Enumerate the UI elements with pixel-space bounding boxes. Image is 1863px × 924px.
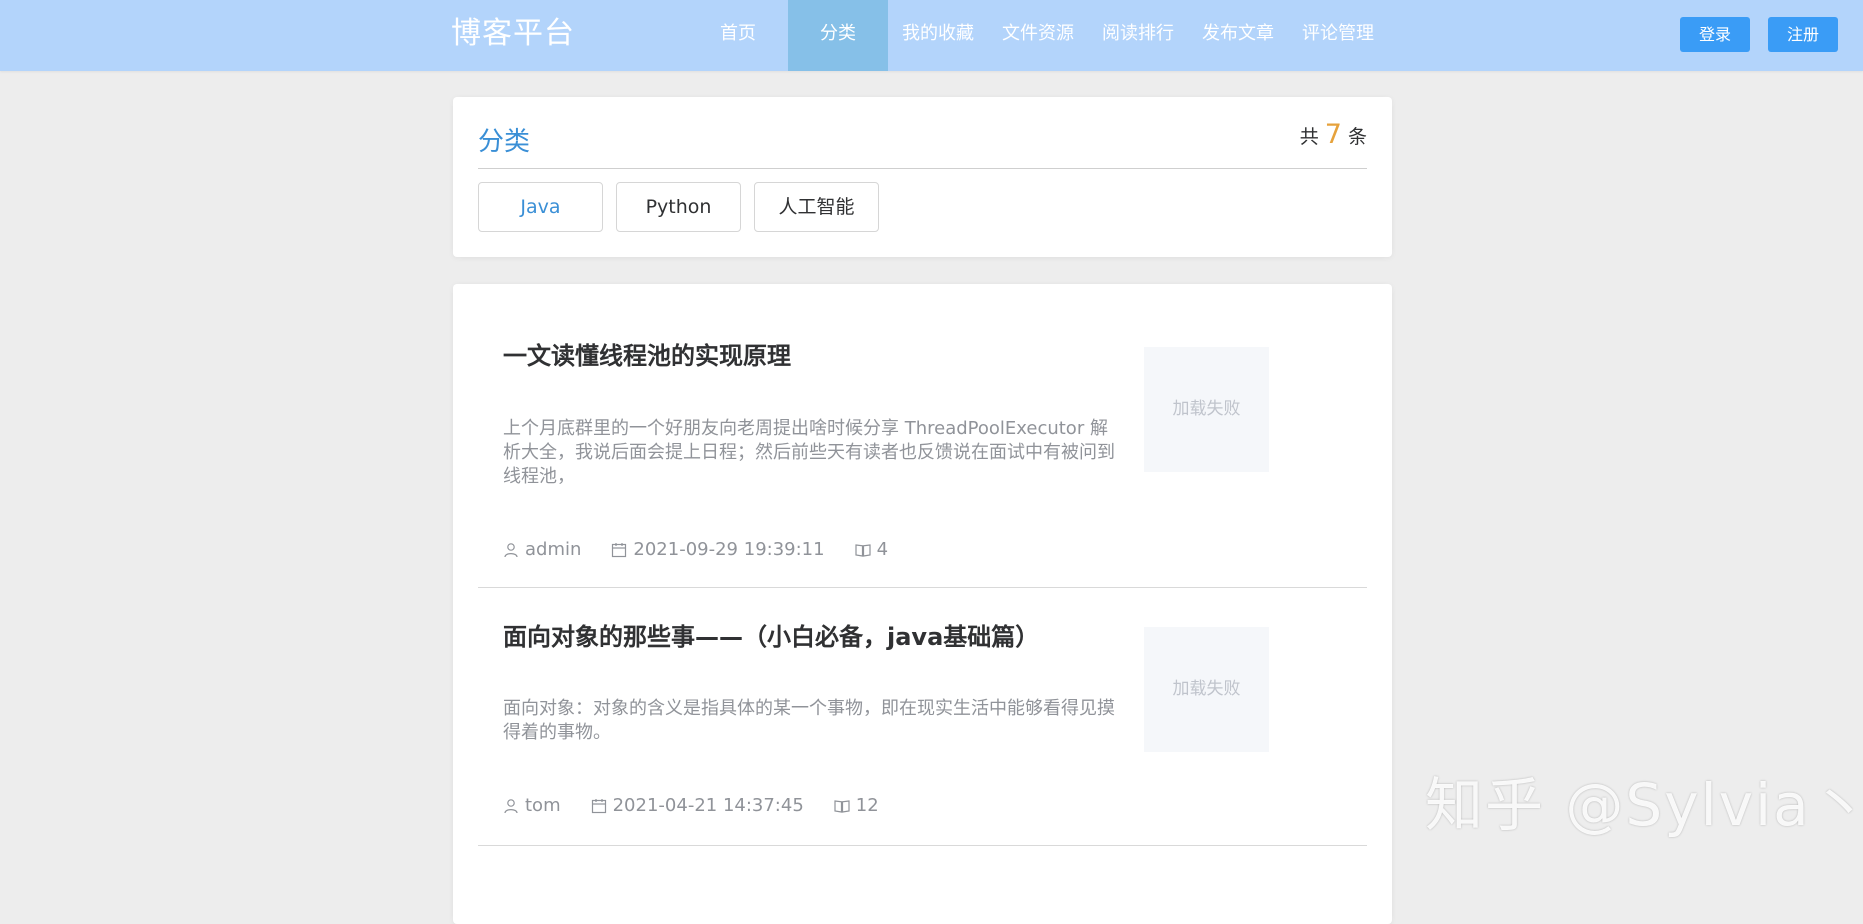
book-icon [854,543,871,557]
user-icon [504,542,518,557]
register-button[interactable]: 注册 [1768,17,1838,52]
category-title: 分类 [478,127,531,157]
article-author[interactable]: tom [525,795,561,816]
site-logo[interactable]: 博客平台 [451,14,575,54]
divider [478,168,1367,169]
article-date: 2021-09-29 19:39:11 [633,539,825,560]
article-thumbnail[interactable]: 加载失败 [1144,347,1269,472]
article-list: 一文读懂线程池的实现原理 上个月底群里的一个好朋友向老周提出啥时候分享 Thre… [453,284,1392,924]
nav-home[interactable]: 首页 [688,0,788,71]
article-meta: admin 2021-09-29 19:39:11 4 [503,539,918,560]
article-summary: 面向对象：对象的含义是指具体的某一个事物，即在现实生活中能够看得见摸得着的事物。 [503,698,1115,743]
book-icon [834,799,850,813]
calendar-icon [591,798,606,813]
nav-ranking[interactable]: 阅读排行 [1088,0,1188,71]
count-suffix: 条 [1347,126,1367,148]
category-tags: Java Python 人工智能 [478,182,879,232]
article-summary: 上个月底群里的一个好朋友向老周提出啥时候分享 ThreadPoolExecuto… [503,418,1115,487]
article-date: 2021-04-21 14:37:45 [612,795,804,816]
article-title[interactable]: 面向对象的那些事——（小白必备，java基础篇） [503,617,1039,652]
nav-favorites[interactable]: 我的收藏 [888,0,988,71]
category-count: 共 7 条 [1300,119,1367,150]
tag-python[interactable]: Python [616,182,741,232]
article-author[interactable]: admin [525,539,581,560]
user-icon [504,798,518,813]
article-views: 4 [876,539,889,560]
count-prefix: 共 [1299,126,1319,148]
article-meta: tom 2021-04-21 14:37:45 12 [503,795,909,816]
tag-java[interactable]: Java [478,182,603,232]
category-card: 分类 共 7 条 Java Python 人工智能 [453,97,1392,257]
tag-ai[interactable]: 人工智能 [754,182,879,232]
main-nav: 首页 分类 我的收藏 文件资源 阅读排行 发布文章 评论管理 [688,0,1388,71]
count-number: 7 [1324,119,1342,150]
article-views: 12 [855,795,879,816]
calendar-icon [612,542,627,557]
nav-publish[interactable]: 发布文章 [1188,0,1288,71]
top-navbar: 博客平台 首页 分类 我的收藏 文件资源 阅读排行 发布文章 评论管理 登录 注… [0,0,1863,71]
article-title[interactable]: 一文读懂线程池的实现原理 [503,336,791,371]
nav-category[interactable]: 分类 [788,0,888,71]
login-button[interactable]: 登录 [1680,17,1750,52]
article-thumbnail[interactable]: 加载失败 [1144,627,1269,752]
nav-files[interactable]: 文件资源 [988,0,1088,71]
divider [478,587,1367,588]
divider [478,845,1367,846]
nav-comments[interactable]: 评论管理 [1288,0,1388,71]
watermark: 知乎 @Sylvia丶 [1425,771,1863,839]
